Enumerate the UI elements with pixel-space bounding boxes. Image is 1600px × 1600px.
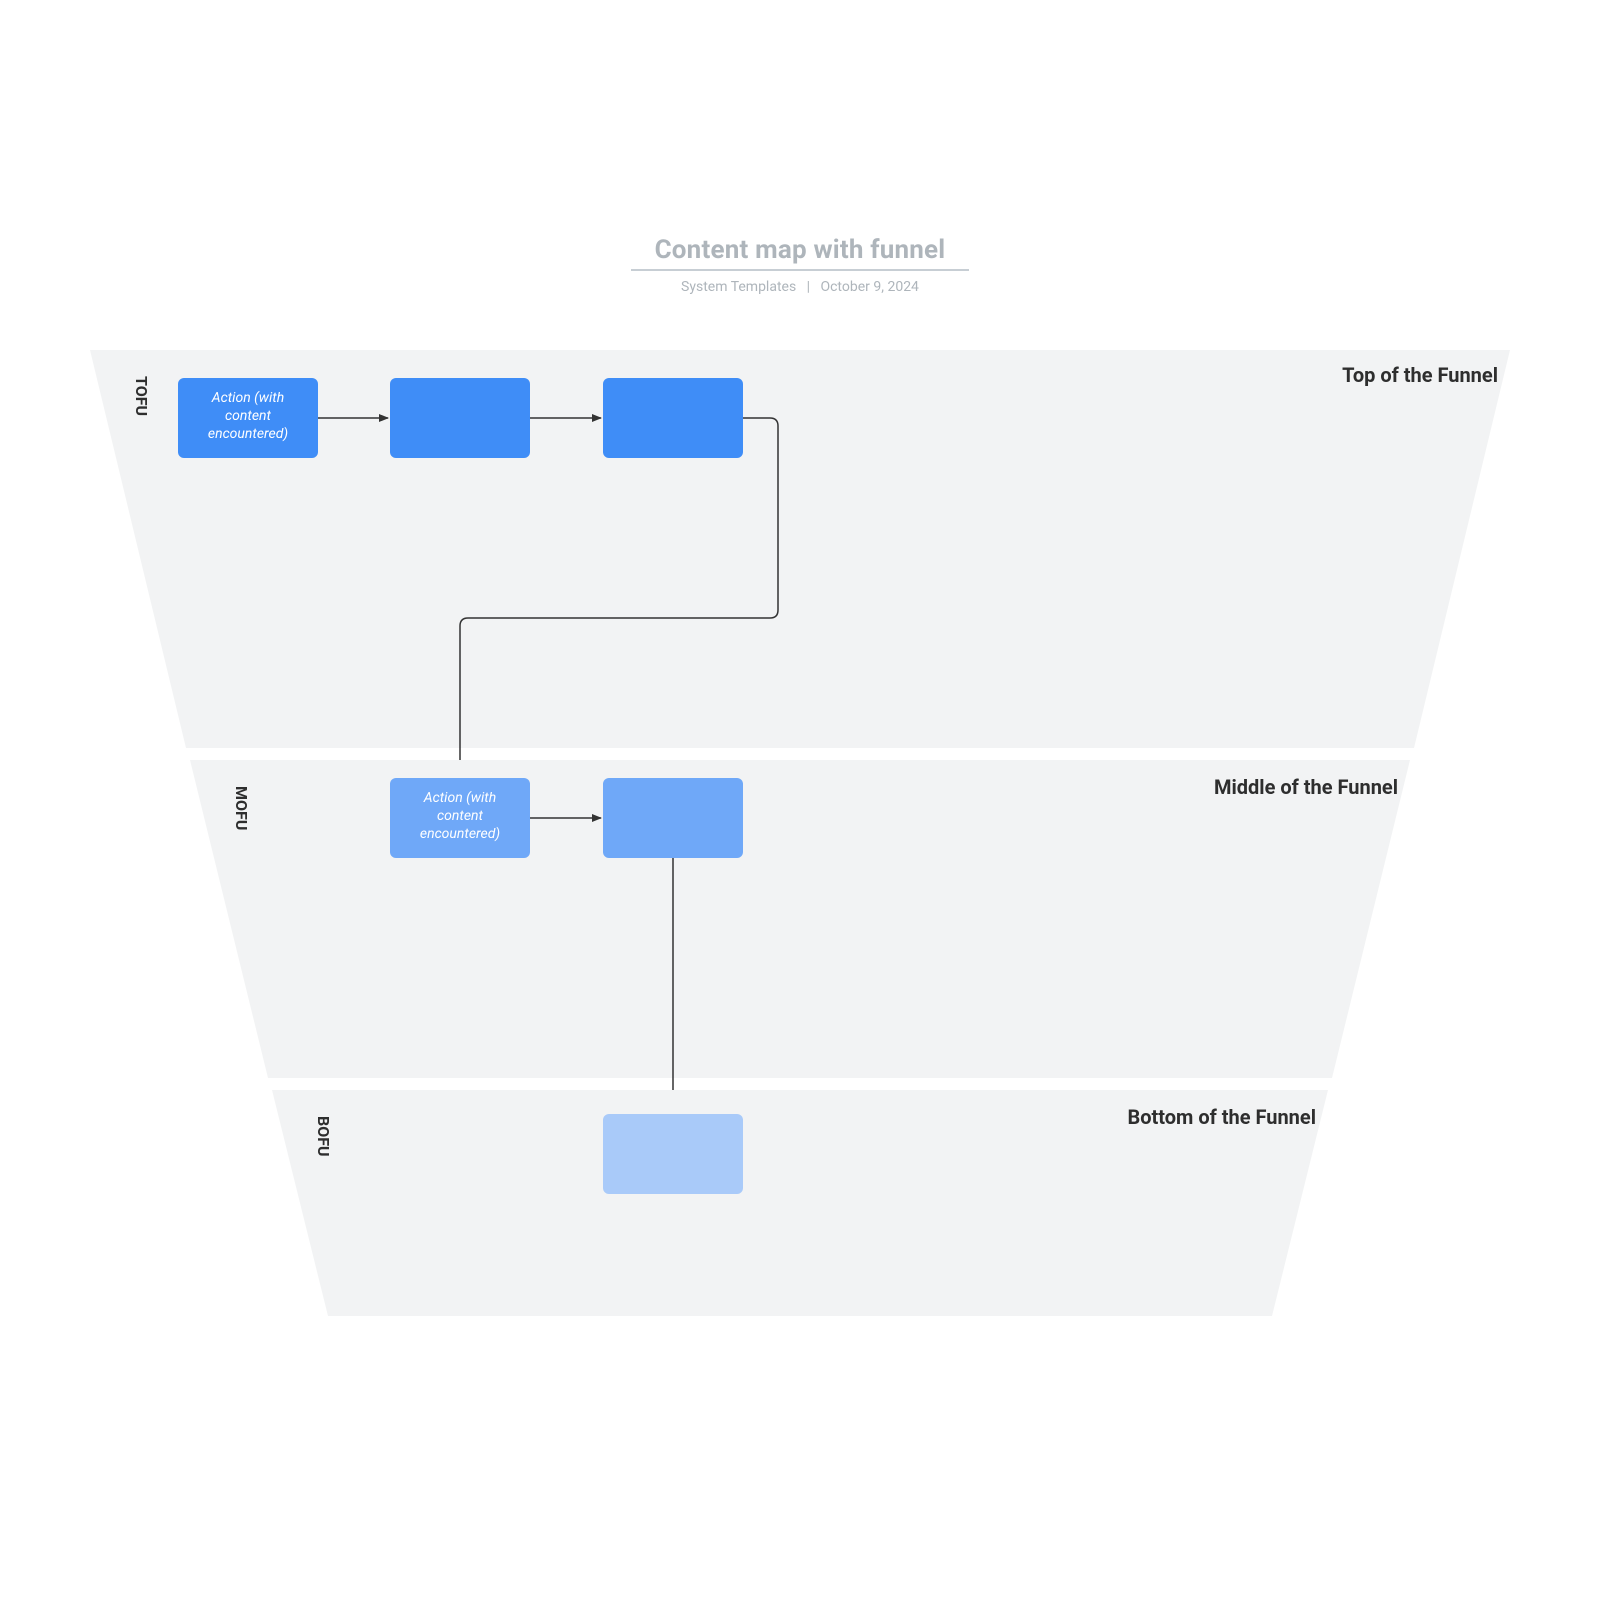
- mofu-background: [190, 760, 1410, 1078]
- mofu-abbr: MOFU: [232, 786, 251, 830]
- funnel-diagram: Top of the Funnel TOFU Action (with cont…: [0, 0, 1600, 1600]
- tofu-abbr: TOFU: [132, 376, 151, 416]
- tofu-box-1-line3: encountered): [208, 426, 288, 442]
- tofu-box-3[interactable]: [603, 378, 743, 458]
- bofu-heading: Bottom of the Funnel: [1127, 1105, 1316, 1129]
- tofu-stage: Top of the Funnel TOFU Action (with cont…: [90, 350, 1510, 748]
- tofu-box-2[interactable]: [390, 378, 530, 458]
- mofu-heading: Middle of the Funnel: [1214, 775, 1398, 799]
- tofu-box-1-line2: content: [225, 408, 271, 424]
- bofu-box-1[interactable]: [603, 1114, 743, 1194]
- mofu-box-1-line3: encountered): [420, 826, 500, 842]
- bofu-abbr: BOFU: [314, 1116, 333, 1157]
- mofu-box-1[interactable]: Action (with content encountered): [390, 778, 530, 858]
- tofu-heading: Top of the Funnel: [1342, 363, 1498, 387]
- bofu-stage: Bottom of the Funnel BOFU: [272, 1090, 1328, 1316]
- mofu-stage: Middle of the Funnel MOFU Action (with c…: [190, 760, 1410, 1078]
- tofu-box-1-line1: Action (with: [211, 390, 284, 406]
- mofu-box-1-line1: Action (with: [423, 790, 496, 806]
- mofu-box-2[interactable]: [603, 778, 743, 858]
- tofu-box-1[interactable]: Action (with content encountered): [178, 378, 318, 458]
- mofu-box-1-line2: content: [437, 808, 483, 824]
